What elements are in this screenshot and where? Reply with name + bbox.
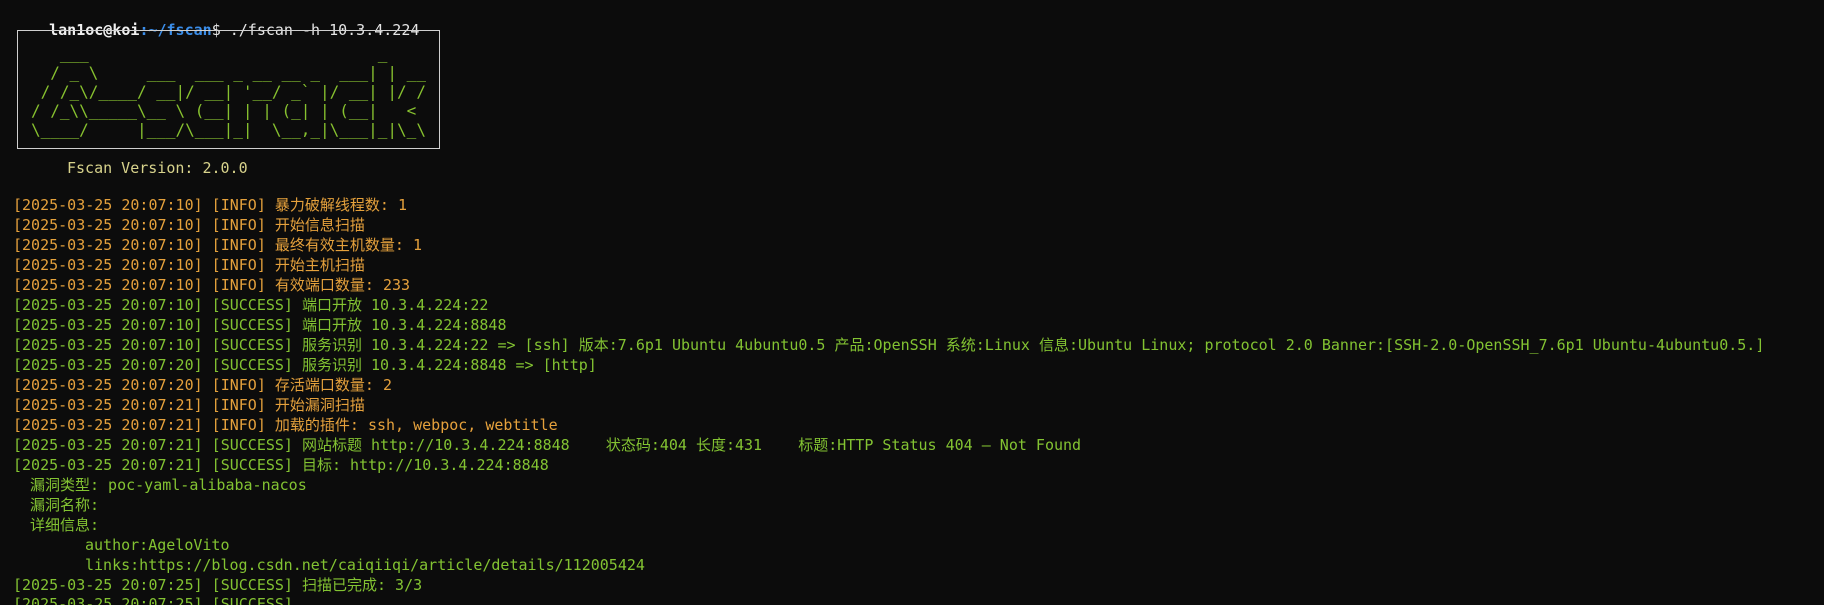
log-lines: [2025-03-25 20:07:10] [INFO] 暴力破解线程数: 1 … [13, 195, 1824, 475]
version-text: Fscan Version: 2.0.0 [67, 159, 248, 177]
prompt-line: lan1oc@koi:~/fscan$ ./fscan -h 10.3.4.22… [13, 0, 1824, 39]
vuln-links-line: links:https://blog.csdn.net/caiqiiqi/art… [85, 556, 645, 574]
vuln-type-line: 漏洞类型: poc-yaml-alibaba-nacos [30, 476, 307, 494]
banner-ascii-art: ___ _ / _ \ ___ ___ _ __ __ _ ___| | __ … [31, 44, 426, 139]
vuln-author-line: author:AgeloVito [85, 536, 230, 554]
log-line-final: [2025-03-25 20:07:25] [SUCCESS] 扫描已完成: 3… [13, 576, 423, 594]
log-line: [2025-03-25 20:07:10] [INFO] 暴力破解线程数: 1 [13, 196, 407, 214]
vuln-details: 漏洞类型: poc-yaml-alibaba-nacos 漏洞名称: 详细信息:… [13, 475, 1824, 575]
log-line: [2025-03-25 20:07:20] [INFO] 存活端口数量: 2 [13, 376, 392, 394]
log-line: [2025-03-25 20:07:10] [INFO] 最终有效主机数量: 1 [13, 236, 422, 254]
log-line: [2025-03-25 20:07:10] [INFO] 开始主机扫描 [13, 256, 365, 274]
log-line: [2025-03-25 20:07:10] [INFO] 有效端口数量: 233 [13, 276, 411, 294]
vuln-name-line: 漏洞名称: [30, 496, 100, 514]
vuln-detail-line: 详细信息: [30, 516, 100, 534]
banner-box: ___ _ / _ \ ___ ___ _ __ __ _ ___| | __ … [17, 30, 440, 149]
log-line: [2025-03-25 20:07:21] [INFO] 开始漏洞扫描 [13, 396, 365, 414]
log-line: [2025-03-25 20:07:10] [SUCCESS] 端口开放 10.… [13, 316, 507, 334]
log-line: [2025-03-25 20:07:10] [SUCCESS] 端口开放 10.… [13, 296, 489, 314]
log-line: [2025-03-25 20:07:21] [SUCCESS] 目标: http… [13, 456, 549, 474]
log-line: [2025-03-25 20:07:20] [SUCCESS] 服务识别 10.… [13, 356, 597, 374]
log-line: [2025-03-25 20:07:21] [SUCCESS] 网站标题 htt… [13, 436, 1082, 454]
terminal-window[interactable]: lan1oc@koi:~/fscan$ ./fscan -h 10.3.4.22… [0, 0, 1824, 605]
log-line: [2025-03-25 20:07:10] [INFO] 开始信息扫描 [13, 216, 365, 234]
log-line: [2025-03-25 20:07:10] [SUCCESS] 服务识别 10.… [13, 336, 1765, 354]
log-line: [2025-03-25 20:07:21] [INFO] 加载的插件: ssh,… [13, 416, 558, 434]
